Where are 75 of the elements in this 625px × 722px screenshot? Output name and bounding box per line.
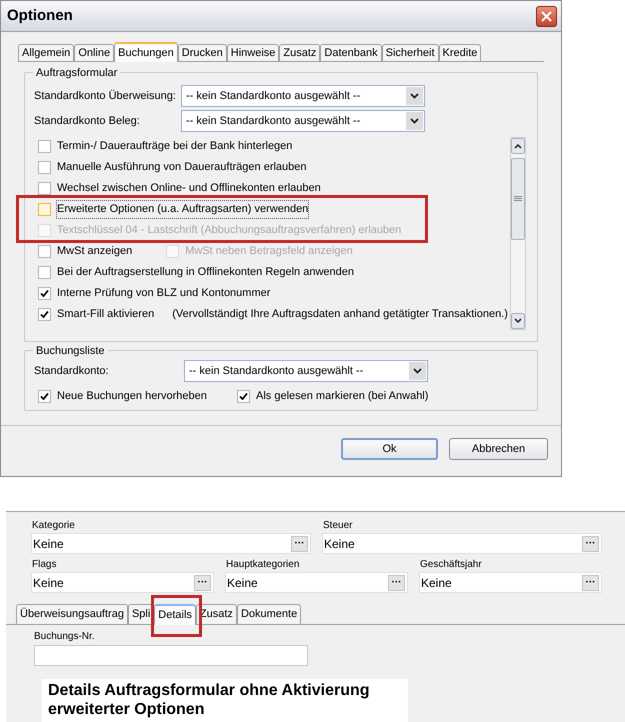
hint-text: (Vervollständigt Ihre Auftragsdaten anhand getätigter Transaktionen.) <box>172 307 508 322</box>
lookup-field[interactable]: Keine ··· <box>31 572 214 593</box>
dropdown-arrow-button[interactable] <box>406 87 423 105</box>
dropdown[interactable]: -- kein Standardkonto ausgewählt -- <box>181 110 425 132</box>
dialog-button[interactable]: Ok <box>341 438 438 460</box>
group-legend: Auftragsformular <box>33 65 120 82</box>
checkbox[interactable] <box>38 390 51 403</box>
field-label: Kategorie <box>31 520 76 532</box>
scroll-up-icon[interactable] <box>511 138 525 154</box>
booking-number-field[interactable] <box>34 645 308 666</box>
tab[interactable]: Zusatz <box>279 44 320 61</box>
caption-text: Details Auftragsformular ohne Aktivierung erweiterter Optionen <box>48 681 371 719</box>
checkbox[interactable] <box>38 308 51 321</box>
scroll-thumb[interactable] <box>511 158 525 240</box>
tab[interactable]: Sicherheit <box>382 44 439 61</box>
dropdown[interactable]: -- kein Standardkonto ausgewählt -- <box>184 360 428 382</box>
browse-button[interactable]: ··· <box>582 536 599 552</box>
field-label: Flags <box>31 559 58 571</box>
tab[interactable]: Kredite <box>438 44 482 61</box>
tab[interactable]: Online <box>74 44 114 61</box>
field-label: Standardkonto: <box>34 364 110 379</box>
checkbox[interactable] <box>38 140 51 153</box>
checkbox-label[interactable]: Manuelle Ausführung von Daueraufträgen erlauben <box>57 159 307 176</box>
browse-button[interactable]: ··· <box>291 536 308 552</box>
checkbox-label[interactable]: MwSt anzeigen <box>57 243 132 260</box>
window-title: Optionen <box>7 6 73 26</box>
checkbox-label[interactable]: Erweiterte Optionen (u.a. Auftragsarten) verwenden <box>57 201 308 218</box>
browse-button[interactable]: ··· <box>388 574 405 590</box>
grip-icon <box>514 196 522 202</box>
lookup-field[interactable]: Keine ··· <box>225 572 408 593</box>
tab[interactable]: Details <box>154 604 196 625</box>
checkbox[interactable] <box>38 203 51 216</box>
checkbox-label[interactable]: Als gelesen markieren (bei Anwahl) <box>256 388 428 404</box>
field-label: Standardkonto Überweisung: <box>34 88 177 104</box>
tab[interactable]: Datenbank <box>320 44 382 61</box>
field-label: Buchungs-Nr. <box>34 631 96 643</box>
tab[interactable]: Hinweise <box>226 44 280 61</box>
checkbox-label[interactable]: Neue Buchungen hervorheben <box>57 388 207 404</box>
dropdown-arrow-button[interactable] <box>409 362 426 380</box>
tab[interactable]: Allgemein <box>18 44 74 61</box>
checkbox[interactable] <box>38 266 51 279</box>
chevron-down-icon <box>413 368 422 374</box>
chevron-down-icon <box>410 93 419 99</box>
checkbox[interactable] <box>237 390 250 403</box>
checkbox-label[interactable]: Termin-/ Daueraufträge bei der Bank hinterlegen <box>57 138 292 155</box>
dropdown[interactable]: -- kein Standardkonto ausgewählt -- <box>181 85 425 107</box>
close-button[interactable] <box>536 6 557 26</box>
dialog-button[interactable]: Abbrechen <box>449 438 548 460</box>
tab[interactable]: Drucken <box>178 44 227 61</box>
tab[interactable]: Buchungen <box>114 42 178 62</box>
checkbox-label[interactable]: Bei der Auftragserstellung in Offlinekonten Regeln anwenden <box>57 264 354 281</box>
dropdown-arrow-button[interactable] <box>406 112 423 130</box>
checkbox[interactable] <box>38 161 51 174</box>
checkbox-label[interactable]: Interne Prüfung von BLZ und Kontonummer <box>57 285 270 302</box>
lookup-field[interactable]: Keine ··· <box>322 533 602 554</box>
scrollbar[interactable] <box>510 137 526 330</box>
checkbox[interactable] <box>38 182 51 195</box>
browse-button[interactable]: ··· <box>194 574 211 590</box>
lookup-field[interactable]: Keine ··· <box>31 533 311 554</box>
field-label: Hauptkategorien <box>225 559 300 571</box>
field-label: Standardkonto Beleg: <box>34 114 141 129</box>
browse-button[interactable]: ··· <box>582 574 599 590</box>
checkbox[interactable] <box>38 245 51 258</box>
chevron-down-icon <box>410 118 419 124</box>
scroll-down-icon[interactable] <box>511 313 525 329</box>
checkbox[interactable] <box>38 287 51 300</box>
close-icon <box>541 10 552 22</box>
field-label: Steuer <box>322 520 354 532</box>
checkbox-label[interactable]: Smart-Fill aktivieren <box>57 306 154 323</box>
field-label: Geschäftsjahr <box>419 559 483 571</box>
lookup-field[interactable]: Keine ··· <box>419 572 602 593</box>
tab[interactable]: Überweisungsauftrag <box>16 604 128 624</box>
group-legend: Buchungsliste <box>33 343 108 360</box>
tab[interactable]: Dokumente <box>236 604 302 624</box>
checkbox-label[interactable]: Wechsel zwischen Online- und Offlinekonten erlauben <box>57 180 321 197</box>
